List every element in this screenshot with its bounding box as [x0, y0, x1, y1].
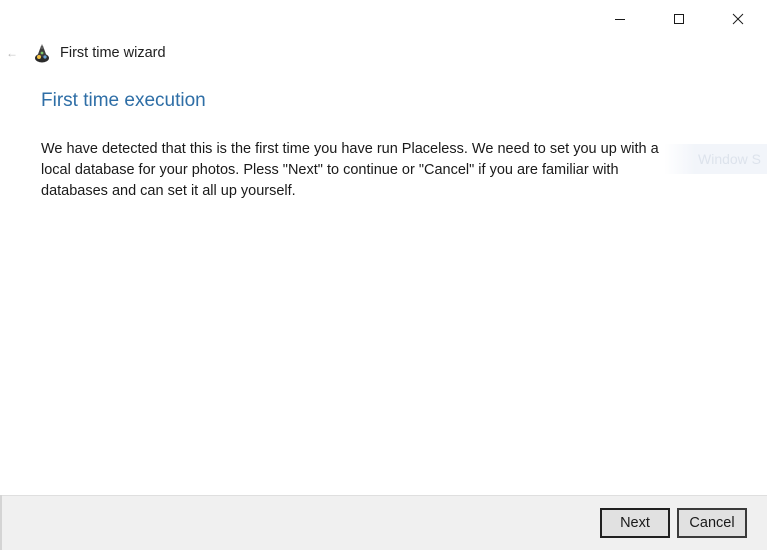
minimize-button[interactable] — [590, 0, 649, 38]
close-button[interactable] — [708, 0, 767, 38]
close-icon — [732, 13, 743, 25]
title-bar: ← First time wizard — [0, 38, 767, 68]
maximize-icon — [673, 14, 684, 24]
page-heading: First time execution — [41, 90, 206, 111]
maximize-button[interactable] — [649, 0, 708, 38]
minimize-icon — [614, 19, 625, 20]
next-button[interactable]: Next — [600, 508, 670, 538]
caption-controls — [590, 0, 767, 38]
app-icon — [33, 42, 53, 64]
back-button[interactable]: ← — [0, 38, 24, 68]
back-arrow-icon: ← — [6, 46, 18, 60]
footer-left-edge — [0, 495, 2, 550]
cancel-button[interactable]: Cancel — [677, 508, 747, 538]
intro-text: We have detected that this is the first … — [41, 141, 659, 199]
window-title: First time wizard — [60, 45, 166, 61]
windows-watermark: Window S — [664, 144, 767, 174]
wizard-footer: Next Cancel — [0, 495, 767, 550]
wizard-window: ← First time wizard First time execution… — [0, 0, 767, 550]
